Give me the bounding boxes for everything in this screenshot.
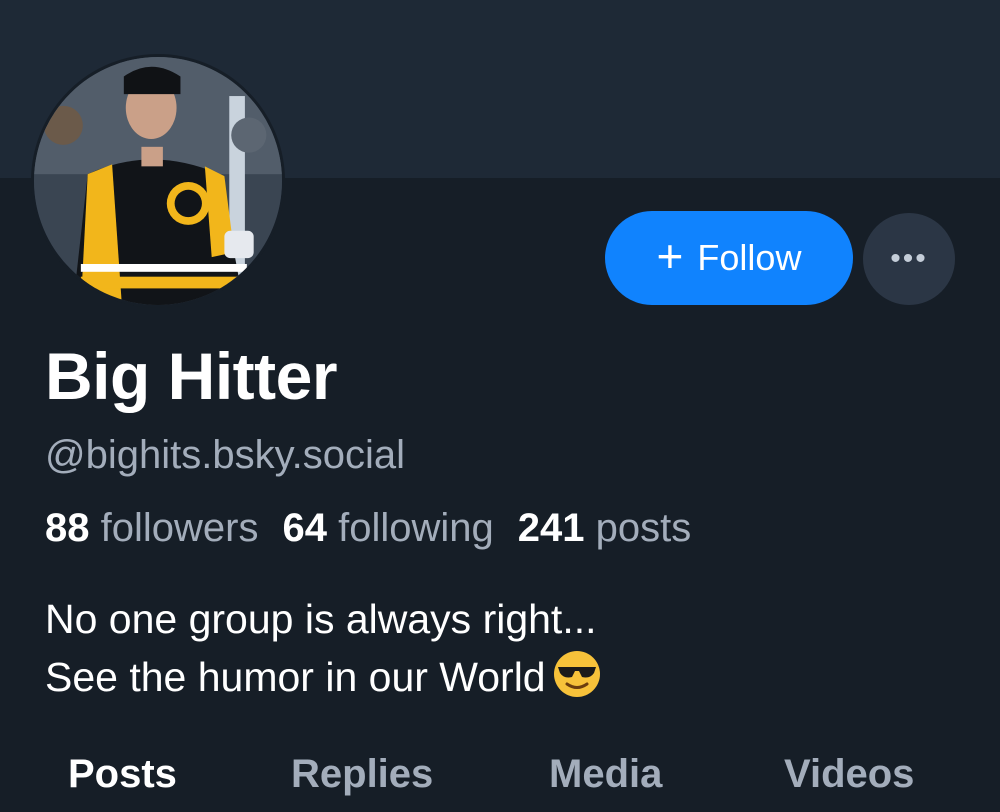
- posts-stat: 241 posts: [518, 506, 691, 551]
- posts-count: 241: [517, 506, 585, 550]
- profile-tabs: Posts Replies Media Videos: [0, 752, 1000, 812]
- bio-line-2-wrap: See the humor in our World: [45, 648, 602, 706]
- follow-label: Follow: [697, 237, 802, 278]
- display-name: Big Hitter: [45, 339, 338, 413]
- follow-button[interactable]: + Follow: [605, 211, 853, 305]
- followers-stat[interactable]: 88 followers: [45, 506, 258, 551]
- following-label: following: [338, 506, 494, 550]
- followers-count: 88: [45, 506, 90, 550]
- sunglasses-emoji-icon: [553, 651, 600, 697]
- bio-line-2: See the humor in our World: [45, 654, 546, 700]
- tab-replies[interactable]: Replies: [291, 752, 433, 797]
- profile-stats: 88 followers 64 following 241 posts: [45, 506, 691, 551]
- avatar[interactable]: [31, 54, 285, 308]
- following-count: 64: [282, 506, 327, 550]
- avatar-photo: [34, 57, 282, 305]
- tab-videos[interactable]: Videos: [784, 752, 914, 797]
- ellipsis-icon: •••: [890, 242, 928, 275]
- profile-handle: @bighits.bsky.social: [45, 433, 405, 477]
- tab-posts[interactable]: Posts: [68, 752, 177, 797]
- profile-bio: No one group is always right... See the …: [45, 590, 602, 706]
- followers-label: followers: [100, 506, 259, 550]
- following-stat[interactable]: 64 following: [282, 506, 493, 551]
- plus-icon: +: [656, 230, 684, 282]
- bio-line-1: No one group is always right...: [45, 596, 597, 642]
- posts-label: posts: [595, 506, 692, 550]
- tab-media[interactable]: Media: [549, 752, 662, 797]
- more-options-button[interactable]: •••: [863, 213, 955, 305]
